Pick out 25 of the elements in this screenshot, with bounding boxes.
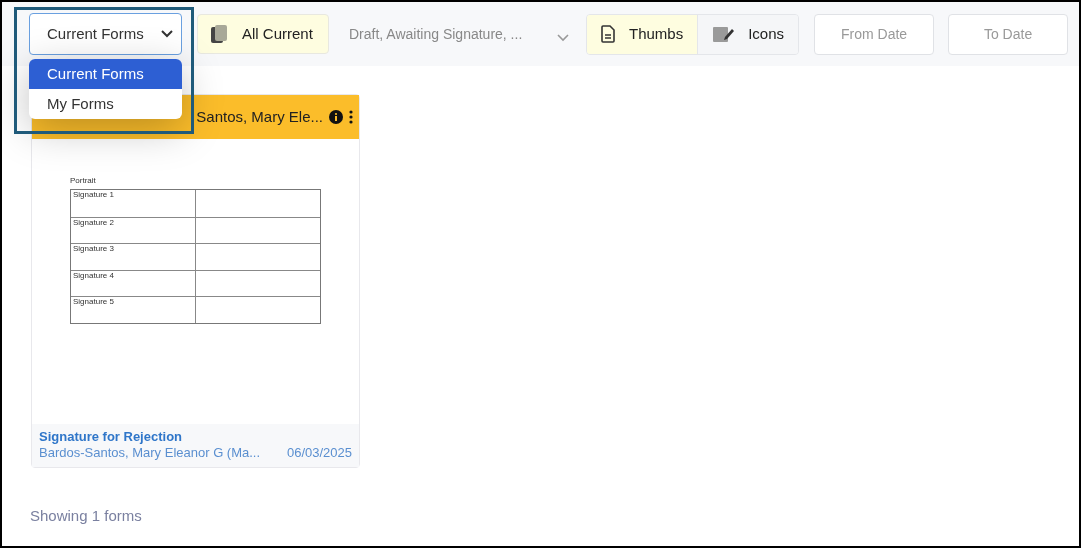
thumbnail-heading: Portrait: [70, 177, 97, 185]
from-date-field[interactable]: From Date: [814, 13, 935, 55]
form-set-select[interactable]: Current Forms: [29, 13, 182, 55]
thumbnail-row-label: Signature 4: [71, 270, 196, 296]
thumbnail-row-label: Signature 3: [71, 244, 196, 270]
view-toggle-button[interactable]: Icons: [697, 14, 799, 54]
view-toggle-button[interactable]: Thumbs: [587, 14, 698, 54]
form-date: 06/03/2025: [286, 445, 352, 461]
info-icon[interactable]: [329, 110, 343, 124]
chevron-down-icon: [161, 30, 173, 38]
to-date-field[interactable]: To Date: [948, 13, 1069, 55]
more-options-icon[interactable]: [349, 110, 353, 124]
document-icon: [601, 25, 615, 43]
thumbnail-row-label: Signature 1: [71, 190, 196, 217]
form-owner: Bardos-Santos, Mary Eleanor G (Ma...: [39, 445, 261, 461]
thumbnail-row-label: Signature 5: [71, 297, 196, 323]
all-current-button[interactable]: All Current: [197, 14, 329, 54]
chevron-down-icon: [557, 34, 569, 42]
copy-icon: [210, 24, 228, 44]
image-edit-icon: [712, 25, 735, 43]
thumbnail-row-label: Signature 2: [71, 217, 196, 243]
card-header-text: Santos, Mary Ele...: [196, 106, 323, 127]
forms-count: Showing 1 forms: [29, 506, 142, 526]
form-title: Signature for Rejection: [39, 429, 184, 445]
dropdown-option[interactable]: Current Forms: [29, 59, 182, 89]
